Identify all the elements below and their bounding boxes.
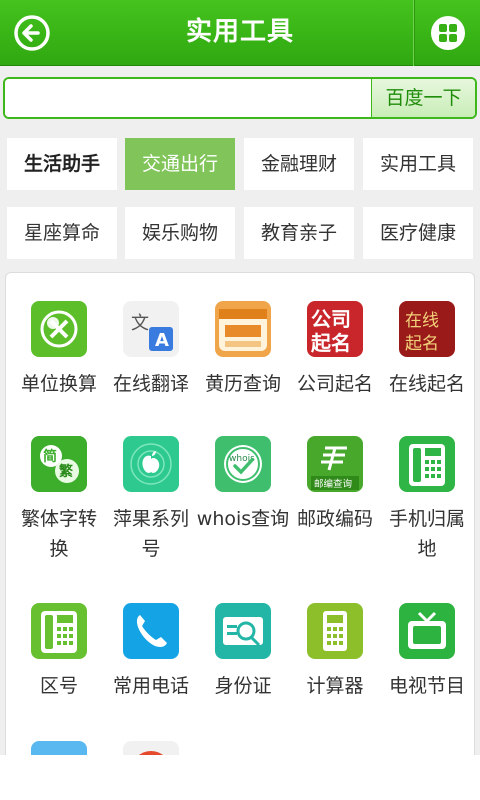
category-label: 生活助手 [23,153,100,175]
svg-text:文: 文 [131,313,149,334]
svg-text:简: 简 [43,448,57,465]
svg-text:起名: 起名 [310,331,351,355]
tool-label: 邮政编码 [296,508,373,530]
svg-text:起名: 起名 [405,334,439,354]
category-education[interactable]: 教育亲子 [244,207,354,259]
tool-label: 繁体字转换 [20,508,97,560]
tool-label: 在线起名 [388,373,465,395]
tool-common-phone[interactable]: 常用电话 [104,603,198,701]
tools-panel: 单位换算 文A 在线翻译 黄历查询 公司 起名 公司起名 在线 起名 在线起名 简繁… [5,272,475,797]
bottom-area [0,755,480,800]
svg-text:邮编查询: 邮编查询 [314,478,352,490]
search-input[interactable] [5,79,373,117]
calculator-icon [307,603,363,659]
tool-label: 电视节目 [388,675,465,697]
category-label: 交通出行 [141,153,218,175]
tool-almanac[interactable]: 黄历查询 [196,301,290,399]
svg-text:公司: 公司 [311,307,351,331]
tool-label: 单位换算 [20,373,97,395]
postal-code-icon: 邮编查询 [307,436,363,492]
tool-id-card[interactable]: 身份证 [196,603,290,701]
tool-apple-serial[interactable]: 萍果系列号 [104,436,198,564]
phone-location-icon [399,436,455,492]
area-code-icon [31,603,87,659]
svg-text:在线: 在线 [405,311,439,331]
tool-label: 手机归属地 [388,508,465,560]
grid-icon [431,16,465,50]
unit-convert-icon [31,301,87,357]
tool-label: 区号 [39,675,78,697]
company-name-icon: 公司 起名 [307,301,363,357]
category-label: 金融理财 [260,153,337,175]
tool-unit-convert[interactable]: 单位换算 [12,301,106,399]
tool-label: 萍果系列号 [112,508,189,560]
tool-traditional-convert[interactable]: 简繁 繁体字转换 [12,436,106,564]
tool-label: 黄历查询 [204,373,281,395]
tool-phone-location[interactable]: 手机归属地 [380,436,474,564]
category-tools[interactable]: 实用工具 [363,138,473,190]
tool-label: 公司起名 [296,373,373,395]
category-label: 教育亲子 [260,222,337,244]
svg-text:繁: 繁 [58,463,74,480]
tool-area-code[interactable]: 区号 [12,603,106,701]
tool-label: 身份证 [214,675,272,697]
whois-icon: whois [215,436,271,492]
online-name-icon: 在线 起名 [399,301,455,357]
tool-label: 计算器 [306,675,364,697]
page-title: 实用工具 [185,17,294,47]
category-label: 娱乐购物 [141,222,218,244]
almanac-icon [215,301,271,357]
tv-icon [399,603,455,659]
tool-postal-code[interactable]: 邮编查询 邮政编码 [288,436,382,534]
search-button[interactable]: 百度一下 [371,79,475,117]
tool-whois[interactable]: whois whois查询 [196,436,290,534]
traditional-convert-icon: 简繁 [31,436,87,492]
apple-serial-icon [123,436,179,492]
svg-text:A: A [155,330,169,351]
category-life-assistant[interactable]: 生活助手 [7,138,117,190]
tool-label: whois查询 [196,508,290,530]
tool-label: 常用电话 [112,675,189,697]
search-bar: 百度一下 [3,77,477,119]
category-transport[interactable]: 交通出行 [125,138,235,190]
category-entertainment[interactable]: 娱乐购物 [125,207,235,259]
category-label: 医疗健康 [379,222,456,244]
menu-button[interactable] [413,0,480,66]
category-label: 实用工具 [379,153,456,175]
tool-label: 在线翻译 [112,373,189,395]
id-card-icon [215,603,271,659]
title-bar: 实用工具 [0,0,480,66]
translate-icon: 文A [123,301,179,357]
category-finance[interactable]: 金融理财 [244,138,354,190]
tool-tv[interactable]: 电视节目 [380,603,474,701]
tool-translate[interactable]: 文A 在线翻译 [104,301,198,399]
category-health[interactable]: 医疗健康 [363,207,473,259]
category-horoscope[interactable]: 星座算命 [7,207,117,259]
category-label: 星座算命 [23,222,100,244]
common-phone-icon [123,603,179,659]
tool-online-name[interactable]: 在线 起名 在线起名 [380,301,474,399]
tool-company-name[interactable]: 公司 起名 公司起名 [288,301,382,399]
tool-calculator[interactable]: 计算器 [288,603,382,701]
